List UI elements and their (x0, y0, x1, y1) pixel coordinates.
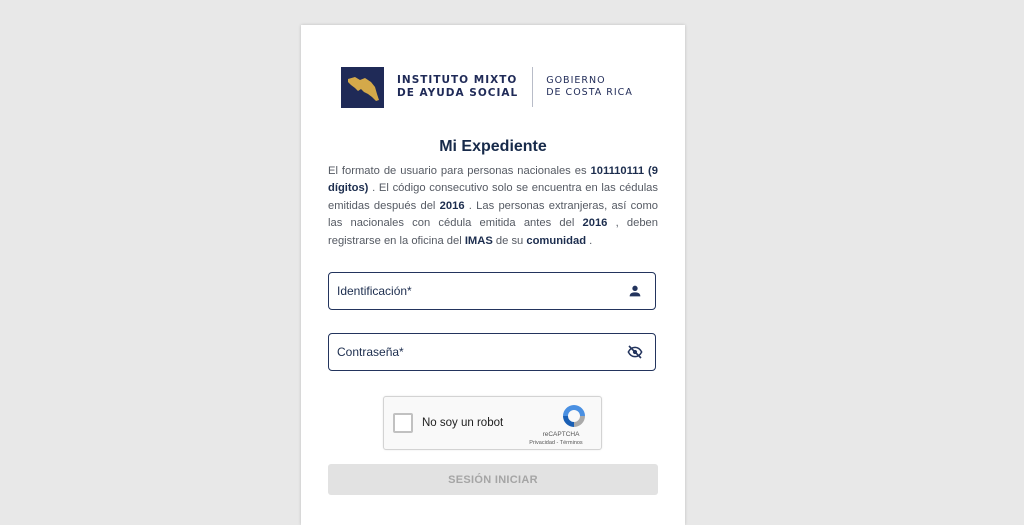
org-name-line1: INSTITUTO MIXTO (397, 74, 518, 86)
government-name: GOBIERNO DE COSTA RICA (546, 75, 633, 99)
identification-input[interactable] (337, 273, 607, 309)
recaptcha-checkbox[interactable] (393, 413, 413, 433)
org-name: INSTITUTO MIXTO DE AYUDA SOCIAL (397, 74, 518, 100)
eye-off-icon[interactable] (627, 344, 643, 360)
password-field[interactable] (328, 333, 656, 371)
costa-rica-map-icon (341, 66, 384, 108)
org-name-line2: DE AYUDA SOCIAL (397, 87, 519, 99)
recaptcha-logo-icon (563, 405, 585, 427)
page-title: Mi Expediente (439, 138, 547, 155)
gov-name-line2: DE COSTA RICA (546, 87, 633, 98)
header-logo: INSTITUTO MIXTO DE AYUDA SOCIAL GOBIERNO… (341, 66, 633, 108)
logo-divider (532, 67, 534, 107)
person-icon (629, 285, 641, 297)
recaptcha-label: No soy un robot (422, 417, 504, 429)
login-card: INSTITUTO MIXTO DE AYUDA SOCIAL GOBIERNO… (301, 25, 685, 525)
login-button[interactable]: SESIÓN INICIAR (328, 464, 658, 495)
recaptcha-brand: reCAPTCHA (542, 431, 580, 438)
identification-field[interactable] (328, 272, 656, 310)
recaptcha-widget: No soy un robot reCAPTCHA Privacidad - T… (383, 396, 602, 450)
user-format-description: El formato de usuario para personas naci… (328, 165, 658, 247)
password-input[interactable] (337, 334, 607, 370)
gov-name-line1: GOBIERNO (546, 75, 606, 86)
recaptcha-terms-link[interactable]: Privacidad - Términos (521, 440, 591, 446)
